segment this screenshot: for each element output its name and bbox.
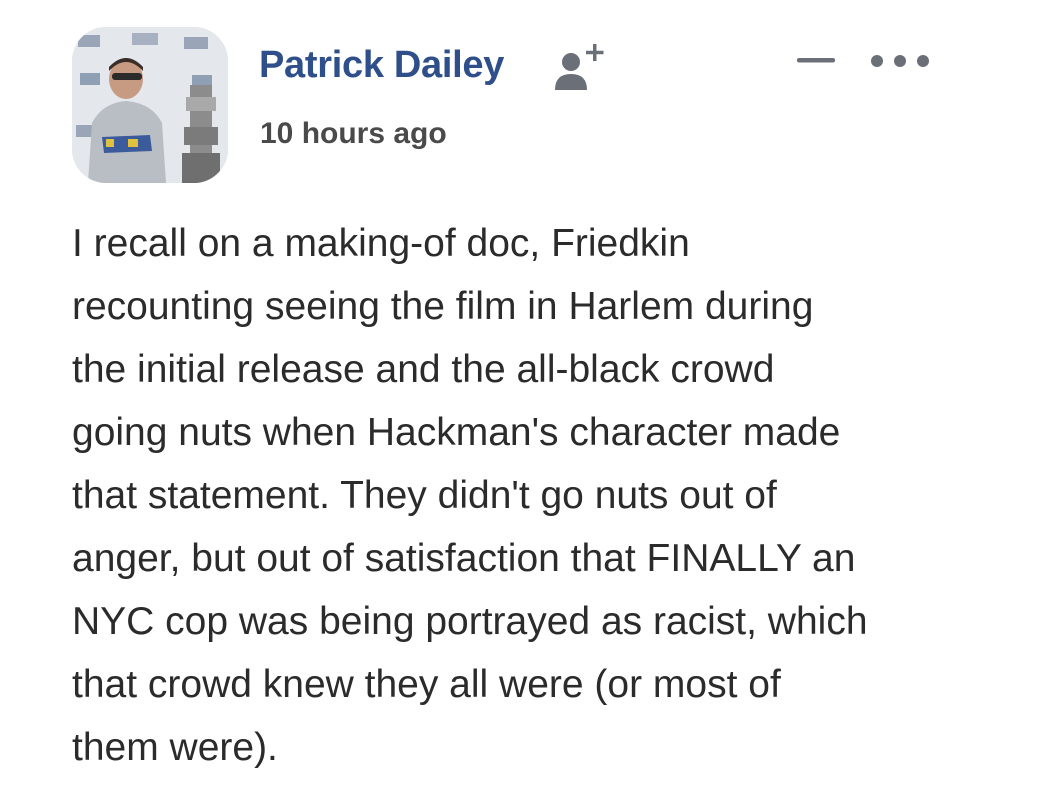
add-person-icon[interactable] [553,42,607,92]
comment-body: I recall on a making-of doc, Friedkin re… [72,212,1002,779]
comment-line: that statement. They didn't go nuts out … [72,474,777,517]
comment-line: I recall on a making-of doc, Friedkin [72,222,690,265]
minus-icon[interactable] [795,45,837,75]
more-options-icon[interactable] [868,46,932,76]
comment-line: the initial release and the all-black cr… [72,348,775,391]
timestamp: 10 hours ago [260,117,447,150]
comment-line: them were). [72,726,278,769]
comment-line: anger, but out of satisfaction that FINA… [72,537,856,580]
comment-line: recounting seeing the film in Harlem dur… [72,285,814,328]
comment-line: going nuts when Hackman's character made [72,411,841,454]
author-name[interactable]: Patrick Dailey [259,44,504,87]
comment-card: Patrick Dailey 10 hours ago I recall on … [0,0,1037,795]
avatar[interactable] [72,27,228,183]
comment-line: that crowd knew they all were (or most o… [72,663,781,706]
comment-line: NYC cop was being portrayed as racist, w… [72,600,868,643]
avatar-photo [72,27,228,183]
